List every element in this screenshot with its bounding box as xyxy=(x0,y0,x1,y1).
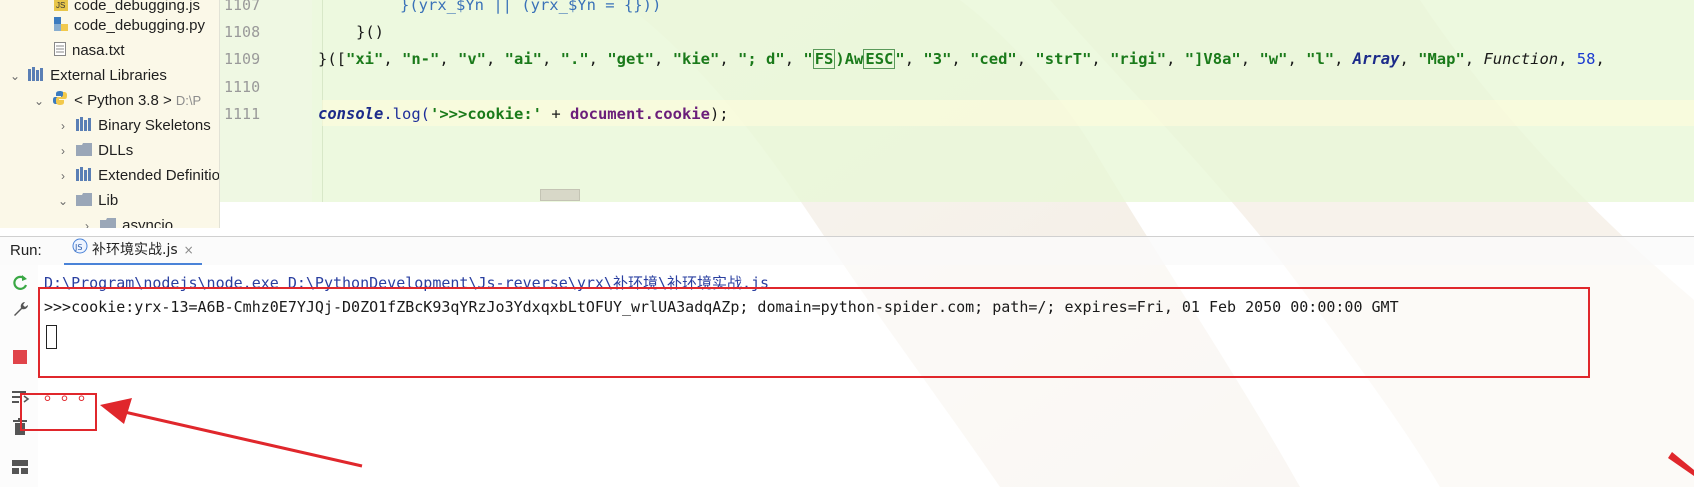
tree-item-code-debugging-py[interactable]: code_debugging.py xyxy=(54,13,205,38)
run-tab-label: 补环境实战.js xyxy=(92,242,178,258)
stop-icon[interactable] xyxy=(10,347,30,367)
library-icon xyxy=(28,64,44,89)
layout-icon[interactable] xyxy=(10,457,30,477)
folder-icon xyxy=(76,189,93,214)
code-line-1108[interactable]: }() xyxy=(356,23,384,41)
close-icon[interactable]: × xyxy=(184,243,194,257)
javascript-run-config-icon: JS xyxy=(72,237,88,263)
python-logo-icon xyxy=(52,89,68,114)
chevron-down-icon[interactable]: ⌄ xyxy=(30,89,48,114)
project-tree: JS code_debugging.js code_debugging.py n… xyxy=(0,0,220,228)
tree-item-dlls[interactable]: › DLLs xyxy=(54,138,133,163)
code-editor[interactable]: 1107 1108 1109 1110 1111 }(yrx_$Yn || (y… xyxy=(220,0,1694,202)
python-file-icon xyxy=(54,14,68,39)
line-number: 1110 xyxy=(224,78,261,96)
run-toolbar xyxy=(0,265,38,487)
tree-item-lib[interactable]: ⌄ Lib xyxy=(54,188,118,213)
line-number: 1107 xyxy=(224,0,261,14)
tree-item-external-libraries[interactable]: ⌄ External Libraries xyxy=(6,63,167,88)
tree-item-binary-skeletons[interactable]: › Binary Skeletons xyxy=(54,113,211,138)
line-number: 1109 xyxy=(224,50,261,68)
code-line-1109[interactable]: }(["xi", "n-", "v", "ai", ".", "get", "k… xyxy=(318,49,1605,69)
rerun-icon[interactable] xyxy=(10,273,30,293)
run-tool-window-header: Run: JS 补环境实战.js × xyxy=(0,236,1694,265)
chevron-down-icon[interactable]: ⌄ xyxy=(6,64,24,89)
tree-item-python-sdk[interactable]: ⌄ < Python 3.8 > D:\P xyxy=(30,88,201,113)
library-icon xyxy=(76,114,92,139)
chevron-down-icon[interactable]: ⌄ xyxy=(54,189,72,214)
chevron-right-icon[interactable]: › xyxy=(54,164,72,189)
run-title: Run: xyxy=(10,242,42,259)
text-file-icon xyxy=(54,39,66,64)
code-line-1111[interactable]: console.log('>>>cookie:' + document.cook… xyxy=(318,105,729,123)
svg-text:JS: JS xyxy=(56,1,65,10)
code-line-1107[interactable]: }(yrx_$Yn || (yrx_$Yn = {})) xyxy=(400,0,661,14)
chevron-right-icon[interactable]: › xyxy=(54,139,72,164)
wrench-icon[interactable] xyxy=(10,299,30,319)
folder-icon xyxy=(100,214,117,228)
tree-item-asyncio[interactable]: › asyncio xyxy=(78,213,173,228)
line-number: 1108 xyxy=(224,23,261,41)
line-number: 1111 xyxy=(224,105,261,123)
chevron-right-icon[interactable]: › xyxy=(54,114,72,139)
library-icon xyxy=(76,164,92,189)
chevron-right-icon[interactable]: › xyxy=(78,214,96,228)
tree-item-nasa-txt[interactable]: nasa.txt xyxy=(54,38,125,63)
highlight-box-output xyxy=(38,287,1590,378)
svg-text:JS: JS xyxy=(74,243,82,252)
folder-icon xyxy=(76,139,93,164)
run-tab[interactable]: JS 补环境实战.js × xyxy=(64,237,202,265)
horizontal-scrollbar-thumb[interactable] xyxy=(540,189,580,201)
tree-item-extended-definitions[interactable]: › Extended Definitions xyxy=(54,163,219,189)
highlight-box-dots xyxy=(20,393,97,431)
